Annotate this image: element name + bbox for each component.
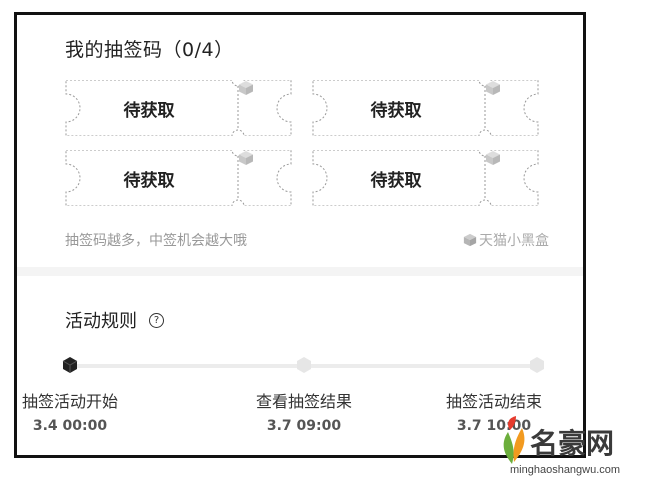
- watermark-logo-text: 名豪网: [530, 427, 615, 460]
- timeline-step-label: 查看抽签结果: [255, 392, 352, 411]
- rules-header: 活动规则 ?: [65, 307, 164, 333]
- timeline-step-label: 抽签活动开始: [21, 392, 118, 411]
- help-icon[interactable]: ?: [149, 312, 164, 328]
- ticket-status: 待获取: [123, 170, 175, 191]
- timeline-step-icon: [297, 357, 311, 373]
- ticket-slot-4[interactable]: 待获取: [309, 150, 542, 206]
- box-icon: [485, 150, 542, 206]
- timeline-step-icon: [530, 357, 544, 373]
- box-icon: [238, 80, 295, 136]
- timeline-step-time: 3.7 09:00: [266, 418, 342, 434]
- hint-text: 抽签码越多，中签机会越大哦: [65, 233, 247, 249]
- box-icon: [238, 150, 295, 206]
- ticket-status: 待获取: [370, 100, 422, 121]
- rules-title: 活动规则: [65, 311, 137, 332]
- timeline-step-time: 3.4 00:00: [32, 418, 108, 434]
- leaf-logo-icon: [503, 416, 525, 464]
- box-icon: [463, 233, 477, 247]
- timeline-step-label: 抽签活动结束: [445, 392, 542, 411]
- ticket-status: 待获取: [370, 170, 422, 191]
- watermark-url: minghaoshangwu.com: [510, 464, 621, 476]
- timeline-step-active-icon: [62, 357, 78, 373]
- brand-label: 天猫小黑盒: [463, 230, 549, 250]
- ticket-slot-3[interactable]: 待获取: [62, 150, 295, 206]
- ticket-slot-1[interactable]: 待获取: [62, 80, 295, 136]
- section-divider: [17, 267, 583, 276]
- lottery-panel: 我的抽签码（0/4） 待获取 待获取 待获取 待获取 抽签码越多，中签机会越大哦…: [14, 12, 586, 458]
- page-title: 我的抽签码（0/4）: [65, 39, 234, 61]
- ticket-slot-2[interactable]: 待获取: [309, 80, 542, 136]
- watermark: 名豪网 minghaoshangwu.com: [490, 412, 655, 488]
- box-icon: [485, 80, 542, 136]
- brand-text: 天猫小黑盒: [479, 233, 549, 249]
- ticket-status: 待获取: [123, 100, 175, 121]
